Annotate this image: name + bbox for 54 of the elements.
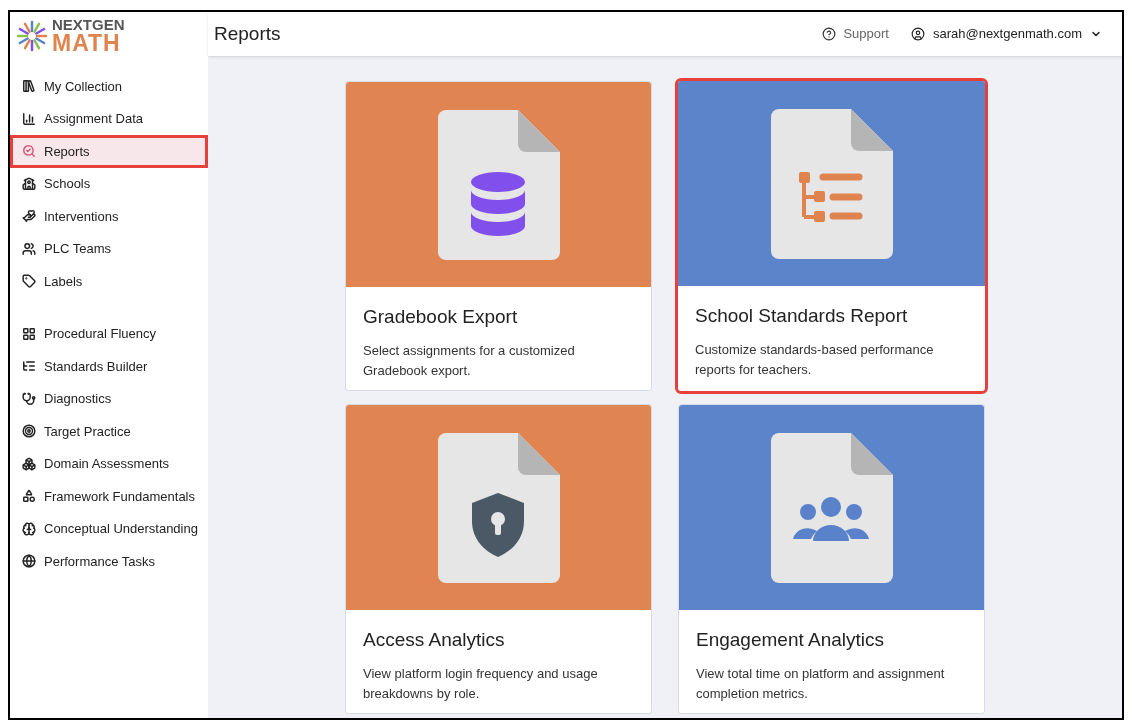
sidebar-item[interactable]: Target Practice: [10, 415, 208, 448]
document-icon: [770, 432, 893, 583]
card-title: Access Analytics: [363, 628, 506, 652]
card-description: Select assignments for a customized Gradebook export.: [363, 341, 576, 380]
tag-icon: [22, 274, 36, 289]
stethoscope-icon: [22, 391, 36, 406]
report-card[interactable]: Gradebook Export Select assignments for a customized Gradebook export.: [345, 81, 652, 391]
card-title: Engagement Analytics: [696, 628, 885, 652]
bar-chart-icon: [22, 111, 36, 126]
card-title: Gradebook Export: [363, 305, 519, 329]
report-card[interactable]: Engagement Analytics View total time on platform and assignment completion metrics.: [678, 404, 985, 714]
card-title: School Standards Report: [695, 304, 909, 328]
logo-wordmark-bottom: MATH: [52, 31, 121, 55]
card-description: View total time on platform and assignment completion metrics.: [696, 664, 946, 703]
sidebar-item[interactable]: Conceptual Understanding: [10, 512, 208, 545]
grid-icon: [22, 326, 36, 341]
list-tree-icon: [798, 171, 862, 222]
people-icon: [792, 496, 869, 541]
shield-lock-icon: [471, 492, 524, 557]
sidebar-item[interactable]: Interventions: [10, 200, 208, 233]
card-description: View platform login frequency and usage breakdowns by role.: [363, 664, 599, 703]
cubes-icon: [22, 456, 36, 471]
sidebar-item[interactable]: My Collection: [10, 70, 208, 103]
card-description: Customize standards-based performance reports for teachers.: [695, 340, 935, 379]
sparkle-logo-icon: [16, 19, 48, 52]
user-icon: [910, 27, 925, 41]
sidebar-item[interactable]: Framework Fundamentals: [10, 480, 208, 513]
report-card[interactable]: School Standards Report Customize standards-based performance reports for teachers.: [678, 81, 985, 391]
sidebar-item[interactable]: Schools: [10, 167, 208, 200]
target-icon: [22, 424, 36, 439]
report-card[interactable]: Access Analytics View platform login frequency and usage breakdowns by role.: [345, 404, 652, 714]
support-link[interactable]: Support: [822, 24, 889, 44]
sidebar-item[interactable]: Standards Builder: [10, 350, 208, 383]
account-menu[interactable]: sarah@nextgenmath.com: [910, 24, 1102, 44]
sidebar-item[interactable]: Assignment Data: [10, 102, 208, 135]
list-tree-icon: [22, 359, 36, 374]
logo-wordmark-top: NEXTGEN: [52, 16, 125, 32]
sidebar-item[interactable]: PLC Teams: [10, 232, 208, 265]
shapes-icon: [22, 489, 36, 504]
sidebar-item[interactable]: Diagnostics: [10, 382, 208, 415]
school-icon: [22, 176, 36, 191]
people-icon: [22, 241, 36, 256]
document-icon: [770, 108, 893, 259]
sidebar-item[interactable]: Domain Assessments: [10, 447, 208, 480]
globe-icon: [22, 554, 36, 569]
help-icon: [822, 27, 837, 41]
sidebar-item[interactable]: Reports: [10, 135, 208, 168]
page-title: Reports: [214, 21, 281, 46]
logo[interactable]: NEXTGEN MATH: [10, 12, 208, 56]
sidebar-item[interactable]: Performance Tasks: [10, 545, 208, 578]
sidebar-item[interactable]: Labels: [10, 265, 208, 298]
database-icon: [470, 171, 525, 236]
library-icon: [22, 79, 36, 94]
sidebar-item[interactable]: Procedural Fluency: [10, 317, 208, 350]
